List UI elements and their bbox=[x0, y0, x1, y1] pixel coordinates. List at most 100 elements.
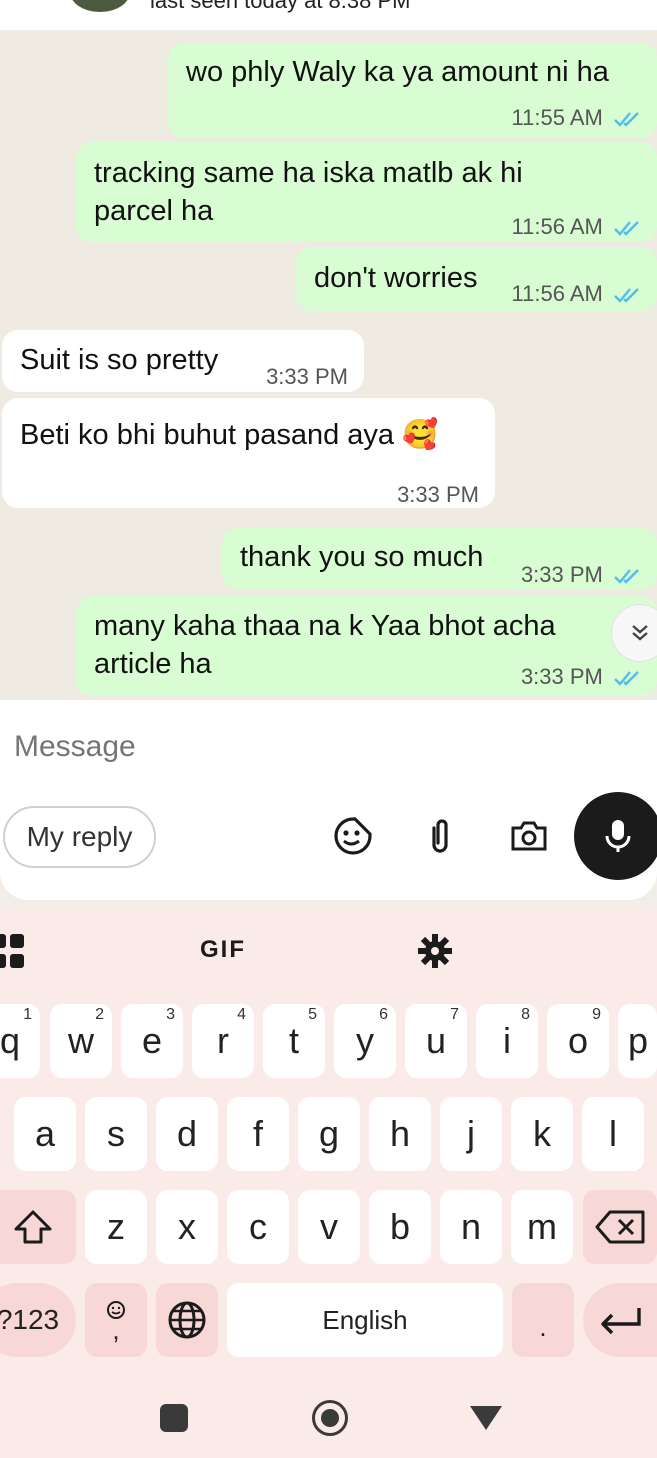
message-time-label: 3:33 PM bbox=[520, 562, 603, 587]
key-q[interactable]: q1 bbox=[0, 1004, 40, 1078]
settings-gear-icon[interactable] bbox=[416, 932, 454, 975]
key-y[interactable]: y6 bbox=[334, 1004, 396, 1078]
last-seen-text: last seen today at 8:38 PM bbox=[150, 0, 411, 13]
message-bubble-in[interactable]: Suit is so pretty 3:33 PM bbox=[2, 330, 364, 392]
attach-button[interactable] bbox=[418, 814, 462, 858]
key-b[interactable]: b bbox=[369, 1190, 431, 1264]
period-key[interactable]: . bbox=[512, 1283, 574, 1357]
message-time-label: 11:55 AM bbox=[511, 105, 603, 130]
key-t[interactable]: t5 bbox=[263, 1004, 325, 1078]
voice-message-button[interactable] bbox=[574, 792, 657, 880]
globe-icon bbox=[168, 1301, 206, 1339]
backspace-key[interactable] bbox=[583, 1190, 657, 1264]
double-check-icon bbox=[614, 221, 639, 236]
recent-apps-icon[interactable] bbox=[160, 1404, 188, 1432]
enter-arrow-icon bbox=[601, 1308, 641, 1335]
message-input[interactable] bbox=[14, 730, 514, 764]
on-screen-keyboard: GIF q1 w2 e3 r4 t5 y6 u7 i8 o9 p a s d f… bbox=[0, 908, 657, 1458]
avatar[interactable] bbox=[70, 0, 130, 12]
key-a[interactable]: a bbox=[14, 1097, 76, 1171]
message-composer: My reply bbox=[0, 700, 657, 900]
key-o[interactable]: o9 bbox=[547, 1004, 609, 1078]
key-g[interactable]: g bbox=[298, 1097, 360, 1171]
backspace-icon bbox=[595, 1210, 645, 1244]
message-time-label: 3:33 PM bbox=[520, 664, 603, 689]
camera-icon bbox=[511, 821, 547, 851]
message-time-label: 11:56 AM bbox=[511, 281, 603, 306]
key-l[interactable]: l bbox=[582, 1097, 644, 1171]
key-label: y bbox=[356, 1020, 374, 1061]
key-label: w bbox=[68, 1020, 94, 1061]
message-time: 11:56 AM bbox=[512, 275, 641, 313]
message-text: Suit is so pretty bbox=[20, 344, 219, 376]
key-k[interactable]: k bbox=[511, 1097, 573, 1171]
key-number: 6 bbox=[379, 1006, 388, 1023]
message-time: 11:55 AM bbox=[512, 99, 641, 137]
gif-button[interactable]: GIF bbox=[200, 936, 246, 964]
key-c[interactable]: c bbox=[227, 1190, 289, 1264]
message-time-label: 11:56 AM bbox=[511, 214, 603, 239]
back-icon[interactable] bbox=[470, 1406, 502, 1430]
message-text: Beti ko bhi buhut pasand aya 🥰 bbox=[20, 419, 439, 451]
key-label: q bbox=[0, 1020, 21, 1061]
message-bubble-out[interactable]: thank you so much 3:33 PM bbox=[222, 528, 657, 590]
key-number: 8 bbox=[521, 1006, 530, 1023]
sticker-button[interactable] bbox=[331, 814, 375, 858]
double-check-icon bbox=[614, 671, 639, 686]
key-n[interactable]: n bbox=[440, 1190, 502, 1264]
key-label: e bbox=[141, 1020, 163, 1061]
key-label: i bbox=[503, 1020, 511, 1061]
chat-header: last seen today at 8:38 PM bbox=[0, 0, 657, 30]
message-bubble-out[interactable]: wo phly Waly ka ya amount ni ha 11:55 AM bbox=[168, 43, 657, 138]
message-bubble-out[interactable]: many kaha thaa na k Yaa bhot acha articl… bbox=[76, 596, 657, 696]
key-i[interactable]: i8 bbox=[476, 1004, 538, 1078]
key-h[interactable]: h bbox=[369, 1097, 431, 1171]
paperclip-icon bbox=[432, 819, 448, 853]
camera-button[interactable] bbox=[507, 814, 551, 858]
key-label: u bbox=[425, 1020, 447, 1061]
key-number: 1 bbox=[23, 1006, 32, 1023]
message-text: thank you so much bbox=[240, 541, 484, 573]
key-f[interactable]: f bbox=[227, 1097, 289, 1171]
enter-key[interactable] bbox=[583, 1283, 657, 1357]
key-d[interactable]: d bbox=[156, 1097, 218, 1171]
comma-label: , bbox=[112, 1315, 120, 1345]
chat-area[interactable]: wo phly Waly ka ya amount ni ha 11:55 AM… bbox=[0, 30, 657, 700]
message-bubble-out[interactable]: tracking same ha iska matlb ak hi parcel… bbox=[76, 142, 657, 242]
key-z[interactable]: z bbox=[85, 1190, 147, 1264]
key-label: r bbox=[217, 1020, 229, 1061]
language-key[interactable] bbox=[156, 1283, 218, 1357]
key-p[interactable]: p bbox=[618, 1004, 657, 1078]
key-x[interactable]: x bbox=[156, 1190, 218, 1264]
key-number: 5 bbox=[308, 1006, 317, 1023]
symbols-key[interactable]: ?123 bbox=[0, 1283, 76, 1357]
key-s[interactable]: s bbox=[85, 1097, 147, 1171]
key-m[interactable]: m bbox=[511, 1190, 573, 1264]
apps-grid-icon[interactable] bbox=[0, 932, 34, 977]
key-r[interactable]: r4 bbox=[192, 1004, 254, 1078]
smart-reply-chip[interactable]: My reply bbox=[3, 806, 156, 868]
key-label: p bbox=[628, 1020, 649, 1061]
key-j[interactable]: j bbox=[440, 1097, 502, 1171]
key-number: 3 bbox=[166, 1006, 175, 1023]
double-check-icon bbox=[614, 288, 639, 303]
key-w[interactable]: w2 bbox=[50, 1004, 112, 1078]
spacebar-key[interactable]: English bbox=[227, 1283, 503, 1357]
system-nav-bar bbox=[0, 1378, 657, 1458]
message-bubble-out[interactable]: don't worries 11:56 AM bbox=[296, 247, 657, 311]
message-text: wo phly Waly ka ya amount ni ha bbox=[186, 56, 609, 88]
key-number: 7 bbox=[450, 1006, 459, 1023]
message-time: 11:56 AM bbox=[512, 208, 641, 246]
message-time: 3:33 PM bbox=[521, 556, 641, 594]
microphone-icon bbox=[605, 820, 631, 852]
key-number: 4 bbox=[237, 1006, 246, 1023]
key-v[interactable]: v bbox=[298, 1190, 360, 1264]
message-time: 3:33 PM bbox=[521, 658, 641, 696]
shift-key[interactable] bbox=[0, 1190, 76, 1264]
message-text: don't worries bbox=[314, 262, 478, 294]
message-bubble-in[interactable]: Beti ko bhi buhut pasand aya 🥰 3:33 PM bbox=[2, 398, 495, 508]
key-e[interactable]: e3 bbox=[121, 1004, 183, 1078]
key-u[interactable]: u7 bbox=[405, 1004, 467, 1078]
emoji-comma-key[interactable]: , bbox=[85, 1283, 147, 1357]
home-icon[interactable] bbox=[312, 1400, 348, 1436]
